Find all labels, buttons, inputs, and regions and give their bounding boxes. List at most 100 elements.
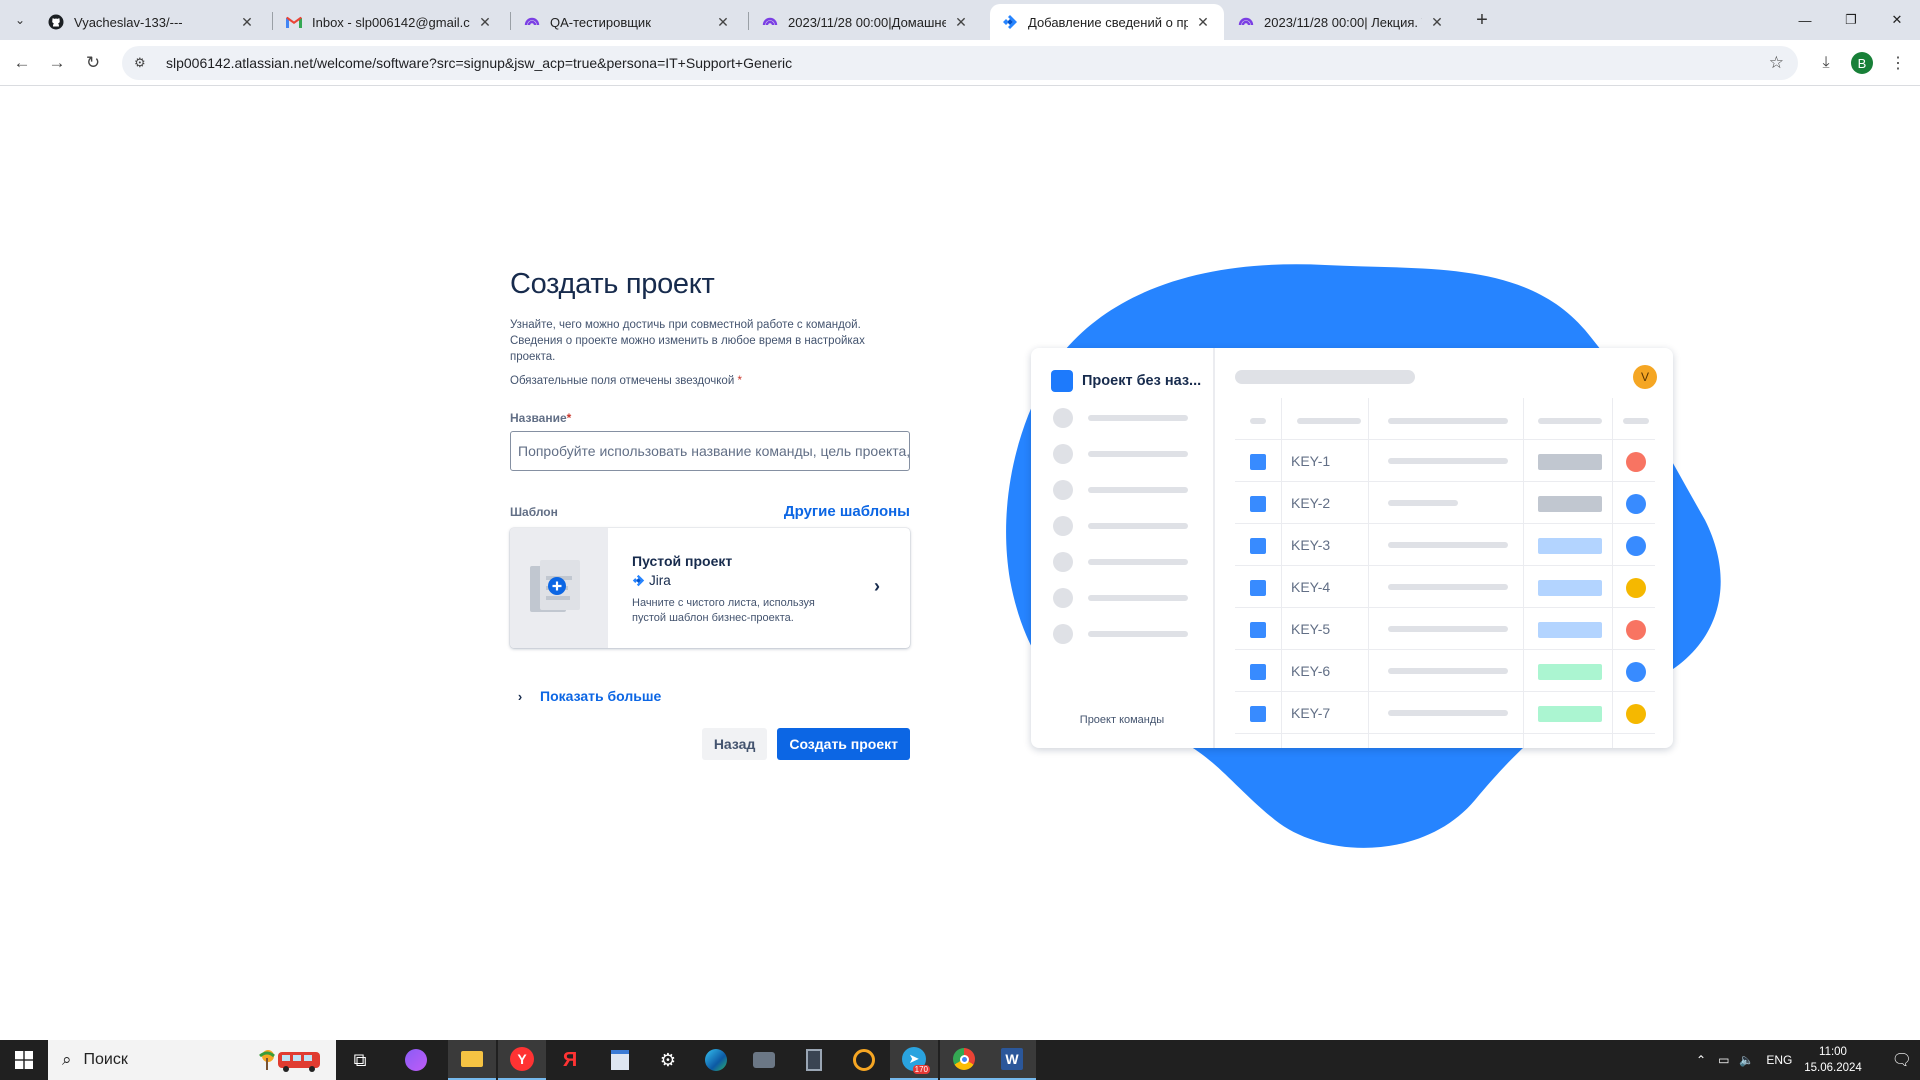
file-explorer-icon[interactable]	[448, 1040, 496, 1080]
mockup-table-row: KEY-2	[1235, 482, 1655, 524]
issue-summary-placeholder	[1388, 458, 1508, 464]
issue-priority-dot	[1626, 704, 1646, 724]
taskbar-search[interactable]: ⌕ Поиск	[48, 1040, 336, 1080]
minimize-icon[interactable]: —	[1782, 0, 1828, 40]
tab-separator	[510, 12, 511, 30]
issue-summary-placeholder	[1388, 668, 1508, 674]
tab-title: 2023/11/28 00:00| Лекция. Тре	[1264, 14, 1422, 30]
notepad-icon[interactable]	[596, 1040, 644, 1080]
issue-key: KEY-1	[1291, 453, 1331, 469]
download-icon[interactable]: ⤓	[1813, 50, 1839, 76]
chevron-up-icon[interactable]: ⌃	[1696, 1053, 1706, 1067]
word-icon[interactable]: W	[988, 1040, 1036, 1080]
issue-key: KEY-6	[1291, 663, 1331, 679]
issue-type-icon	[1250, 664, 1266, 680]
site-settings-icon[interactable]: ⚙	[134, 55, 152, 71]
tab-github[interactable]: Vyacheslav-133/--- ✕	[36, 4, 268, 40]
camera-icon[interactable]	[740, 1040, 788, 1080]
course-icon	[524, 14, 540, 30]
close-tab-icon[interactable]: ✕	[1428, 13, 1446, 31]
tab-gmail[interactable]: Inbox - slp006142@gmail.com ✕	[274, 4, 506, 40]
show-more-toggle[interactable]: › Показать больше	[510, 688, 910, 704]
windows-start-icon[interactable]	[0, 1040, 48, 1080]
issue-summary-placeholder	[1388, 710, 1508, 716]
restore-icon[interactable]: ❐	[1828, 0, 1874, 40]
issue-priority-dot	[1626, 452, 1646, 472]
issue-type-icon	[1250, 538, 1266, 554]
back-icon[interactable]: ←	[9, 50, 35, 76]
edge-icon[interactable]	[692, 1040, 740, 1080]
close-tab-icon[interactable]: ✕	[714, 13, 732, 31]
blank-project-icon	[530, 560, 580, 612]
form-actions: Назад Создать проект	[510, 728, 910, 760]
menu-icon[interactable]: ⋮	[1885, 50, 1911, 76]
template-description: Начните с чистого листа, используя пусто…	[632, 597, 815, 624]
mockup-sidebar-item	[1053, 588, 1188, 608]
volume-icon[interactable]: 🔈	[1739, 1053, 1754, 1067]
page-title: Создать проект	[510, 268, 715, 300]
settings-icon[interactable]: ⚙	[644, 1040, 692, 1080]
language-indicator[interactable]: ENG	[1766, 1053, 1792, 1067]
issue-summary-placeholder	[1388, 542, 1508, 548]
close-tab-icon[interactable]: ✕	[1194, 13, 1212, 31]
telegram-badge: 170	[912, 1065, 930, 1074]
reload-icon[interactable]: ↻	[80, 50, 106, 76]
close-tab-icon[interactable]: ✕	[476, 13, 494, 31]
issue-key: KEY-5	[1291, 621, 1331, 637]
required-asterisk: *	[566, 411, 572, 425]
chrome-icon[interactable]	[940, 1040, 988, 1080]
mockup-avatar: V	[1633, 365, 1657, 389]
template-product: Jira	[632, 573, 910, 588]
back-button[interactable]: Назад	[701, 728, 768, 760]
calculator-icon[interactable]	[790, 1040, 838, 1080]
tab-separator	[748, 12, 749, 30]
close-tab-icon[interactable]: ✕	[952, 13, 970, 31]
table-header-row	[1235, 398, 1655, 440]
alice-icon[interactable]	[392, 1040, 440, 1080]
template-card[interactable]: Пустой проект Jira Начните с чистого лис…	[510, 528, 910, 648]
mockup-project-title: Проект без наз...	[1051, 370, 1201, 392]
course-icon	[762, 14, 778, 30]
new-tab-button[interactable]: +	[1470, 8, 1494, 32]
issue-status-bar	[1538, 622, 1602, 638]
close-window-icon[interactable]: ✕	[1874, 0, 1920, 40]
network-icon[interactable]: ▭	[1718, 1053, 1729, 1067]
issue-status-bar	[1538, 538, 1602, 554]
tab-jira-active[interactable]: Добавление сведений о прое ✕	[990, 4, 1224, 40]
browser-toolbar: ← → ↻ ⚙ slp006142.atlassian.net/welcome/…	[0, 40, 1920, 86]
tab-lecture[interactable]: 2023/11/28 00:00| Лекция. Тре ✕	[1226, 4, 1458, 40]
clock-date: 15.06.2024	[1804, 1062, 1862, 1074]
mockup-table-row: KEY-5	[1235, 608, 1655, 650]
tab-qa[interactable]: QA-тестировщик ✕	[512, 4, 744, 40]
name-label-text: Название	[510, 411, 567, 425]
windows-taskbar: ⌕ Поиск ⧉ Y Я ⚙ ➤ 170 W ⌃ ▭ 🔈 ENG 11:00	[0, 1040, 1920, 1080]
tab-homework[interactable]: 2023/11/28 00:00|Домашнее за ✕	[750, 4, 982, 40]
issue-summary-placeholder	[1388, 626, 1508, 632]
search-highlight-icon	[259, 1050, 320, 1072]
telegram-icon[interactable]: ➤ 170	[890, 1040, 938, 1080]
chevron-right-icon: ›	[874, 576, 880, 596]
project-name-input[interactable]: Попробуйте использовать название команды…	[510, 431, 910, 471]
system-clock[interactable]: 11:00 15.06.2024	[1796, 1044, 1870, 1076]
task-view-icon[interactable]: ⧉	[336, 1040, 384, 1080]
other-templates-link[interactable]: Другие шаблоны	[784, 503, 910, 520]
project-mockup: Проект без наз... Проект команды V KEY-1…	[1031, 348, 1673, 748]
issue-priority-dot	[1626, 578, 1646, 598]
yandex-icon[interactable]: Я	[546, 1040, 594, 1080]
create-project-button[interactable]: Создать проект	[777, 728, 910, 760]
app-timer-icon[interactable]	[840, 1040, 888, 1080]
project-avatar-icon	[1051, 370, 1073, 392]
yandex-browser-icon[interactable]: Y	[498, 1040, 546, 1080]
address-bar[interactable]: ⚙ slp006142.atlassian.net/welcome/softwa…	[122, 46, 1798, 80]
tab-search-icon[interactable]: ⌄	[8, 8, 32, 32]
mockup-sidebar-item	[1053, 552, 1188, 572]
notification-center-icon[interactable]: 🗨	[1892, 1050, 1912, 1070]
mockup-table-row: KEY-7	[1235, 692, 1655, 734]
forward-icon[interactable]: →	[44, 50, 70, 76]
mockup-table-row: KEY-1	[1235, 440, 1655, 482]
profile-avatar[interactable]: B	[1851, 52, 1873, 74]
tab-title: 2023/11/28 00:00|Домашнее за	[788, 14, 946, 30]
bookmark-star-icon[interactable]: ☆	[1769, 53, 1784, 73]
issue-key: KEY-2	[1291, 495, 1331, 511]
close-tab-icon[interactable]: ✕	[238, 13, 256, 31]
